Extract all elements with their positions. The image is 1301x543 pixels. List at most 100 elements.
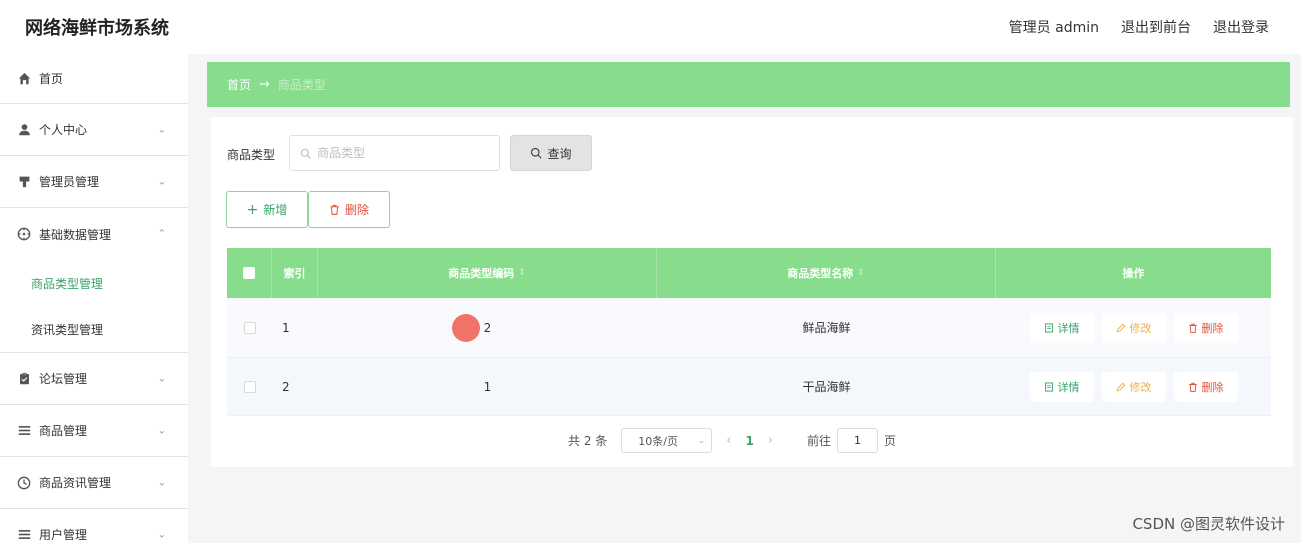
sidebar-item-admin[interactable]: 管理员管理 ⌄ — [0, 156, 188, 208]
batch-delete-button[interactable]: 删除 — [308, 191, 390, 228]
chevron-down-icon: ⌄ — [157, 373, 166, 384]
goto-suffix: 页 — [884, 434, 897, 448]
breadcrumb: 首页 → 商品类型 — [207, 62, 1290, 107]
row-index: 2 — [282, 379, 290, 394]
front-link[interactable]: 退出到前台 — [1121, 17, 1191, 37]
search-input[interactable] — [317, 146, 487, 160]
main-panel: 商品类型 查询 + 新增 删除 索引 商品类型编码 — [211, 117, 1293, 467]
prev-page-button[interactable]: ‹ — [726, 433, 731, 448]
row-actions: 详情 修改 删除 — [996, 298, 1271, 357]
table-header: 索引 商品类型编码 ⇕ 商品类型名称 ⇕ 操作 — [227, 248, 1271, 298]
detail-button[interactable]: 详情 — [1029, 371, 1094, 402]
row-name: 鲜品海鲜 — [802, 321, 851, 335]
pagination-total: 共 2 条 — [568, 434, 608, 448]
watermark: CSDN @图灵软件设计 — [1132, 515, 1285, 533]
add-button[interactable]: + 新增 — [226, 191, 308, 228]
batch-delete-label: 删除 — [344, 203, 369, 217]
row-check-cell — [227, 298, 272, 357]
trash-icon — [1188, 382, 1198, 392]
sidebar: 首页 个人中心 ⌄ 管理员管理 ⌄ 基础数据管理 ⌃ 商品类型管理 资讯类型管理… — [0, 54, 188, 543]
trash-icon — [329, 204, 340, 215]
clock-icon — [16, 475, 32, 491]
query-button[interactable]: 查询 — [510, 135, 592, 171]
sidebar-item-forum[interactable]: 论坛管理 ⌄ — [0, 353, 188, 405]
detail-button[interactable]: 详情 — [1029, 312, 1094, 343]
edit-button[interactable]: 修改 — [1101, 371, 1166, 402]
sidebar-subitem-product-type[interactable]: 商品类型管理 — [0, 260, 188, 306]
sidebar-item-label: 论坛管理 — [39, 372, 88, 386]
search-icon — [530, 147, 543, 159]
submenu-group-base-data: 基础数据管理 ⌃ 商品类型管理 资讯类型管理 — [0, 208, 188, 353]
sidebar-item-product-news[interactable]: 商品资讯管理 ⌄ — [0, 457, 188, 509]
document-icon — [1044, 322, 1054, 333]
sidebar-item-label: 基础数据管理 — [39, 227, 112, 242]
page-size-value: 10条/页 — [638, 434, 678, 448]
page-number-current[interactable]: 1 — [745, 434, 753, 448]
chevron-down-icon: ⌄ — [157, 124, 166, 135]
row-index: 1 — [282, 320, 290, 335]
add-button-label: 新增 — [263, 203, 288, 217]
list-icon — [16, 423, 32, 439]
delete-button[interactable]: 删除 — [1173, 312, 1238, 343]
table-row: 2 1 干品海鲜 详情 修改 删除 — [227, 358, 1271, 416]
sidebar-item-products[interactable]: 商品管理 ⌄ — [0, 405, 188, 457]
sidebar-subitem-news-type[interactable]: 资讯类型管理 — [0, 306, 188, 352]
chevron-up-icon: ⌃ — [157, 228, 166, 240]
delete-button-label: 删除 — [1201, 380, 1224, 394]
column-header-name[interactable]: 商品类型名称 ⇕ — [657, 248, 996, 298]
sort-icon[interactable]: ⇕ — [518, 268, 526, 278]
admin-label: 管理员 admin — [1008, 20, 1099, 36]
document-icon — [1044, 381, 1054, 392]
edit-button-label: 修改 — [1129, 321, 1152, 335]
sort-icon[interactable]: ⇕ — [857, 268, 865, 278]
clipboard-icon — [16, 371, 32, 387]
search-box[interactable] — [289, 135, 500, 171]
pagination: 共 2 条 10条/页 ⌄ ‹ 1 › 前往 页 — [568, 428, 896, 453]
compass-icon — [16, 226, 32, 242]
delete-button-label: 删除 — [1201, 321, 1224, 335]
sidebar-item-label: 用户管理 — [39, 528, 88, 542]
edit-button[interactable]: 修改 — [1101, 312, 1166, 343]
app-title: 网络海鲜市场系统 — [25, 18, 169, 39]
column-header-label: 操作 — [1122, 267, 1145, 280]
chevron-down-icon: ⌄ — [157, 176, 166, 187]
sidebar-item-label: 首页 — [39, 72, 64, 86]
header-links: 管理员 admin 退出到前台 退出登录 — [1009, 17, 1269, 37]
select-all-cell — [227, 248, 272, 298]
breadcrumb-current: 商品类型 — [277, 78, 326, 92]
breadcrumb-separator: → — [259, 77, 270, 92]
goto-page-input[interactable] — [837, 428, 879, 453]
cursor-highlight — [452, 314, 480, 342]
detail-button-label: 详情 — [1057, 380, 1080, 394]
admin-icon — [16, 174, 32, 190]
row-code: 1 — [483, 379, 492, 394]
row-actions: 详情 修改 删除 — [996, 358, 1271, 415]
edit-button-label: 修改 — [1129, 380, 1152, 394]
row-checkbox[interactable] — [243, 380, 256, 393]
delete-button[interactable]: 删除 — [1173, 371, 1238, 402]
sidebar-item-home[interactable]: 首页 — [0, 54, 188, 104]
row-code: 2 — [483, 320, 492, 335]
breadcrumb-home[interactable]: 首页 — [227, 76, 251, 93]
logout-link[interactable]: 退出登录 — [1213, 17, 1269, 37]
chevron-down-icon: ⌄ — [157, 529, 166, 540]
trash-icon — [1188, 323, 1198, 333]
row-checkbox[interactable] — [243, 321, 256, 334]
data-table: 索引 商品类型编码 ⇕ 商品类型名称 ⇕ 操作 1 2 鲜品海鲜 详情 修改 删… — [227, 248, 1271, 416]
column-header-label: 索引 — [283, 267, 306, 280]
column-header-label: 商品类型名称 — [787, 267, 854, 280]
sidebar-item-users[interactable]: 用户管理 ⌄ — [0, 509, 188, 543]
next-page-button[interactable]: › — [768, 433, 773, 448]
detail-button-label: 详情 — [1057, 321, 1080, 335]
sidebar-item-personal-center[interactable]: 个人中心 ⌄ — [0, 104, 188, 156]
search-icon — [300, 148, 311, 159]
sidebar-item-base-data[interactable]: 基础数据管理 ⌃ — [0, 208, 188, 260]
table-row: 1 2 鲜品海鲜 详情 修改 删除 — [227, 298, 1271, 358]
user-icon — [16, 122, 32, 138]
page-size-select[interactable]: 10条/页 ⌄ — [621, 428, 713, 453]
chevron-down-icon: ⌄ — [157, 477, 166, 488]
search-label: 商品类型 — [227, 148, 276, 162]
column-header-code[interactable]: 商品类型编码 ⇕ — [318, 248, 657, 298]
select-all-checkbox[interactable] — [243, 267, 255, 279]
row-name: 干品海鲜 — [802, 380, 851, 394]
